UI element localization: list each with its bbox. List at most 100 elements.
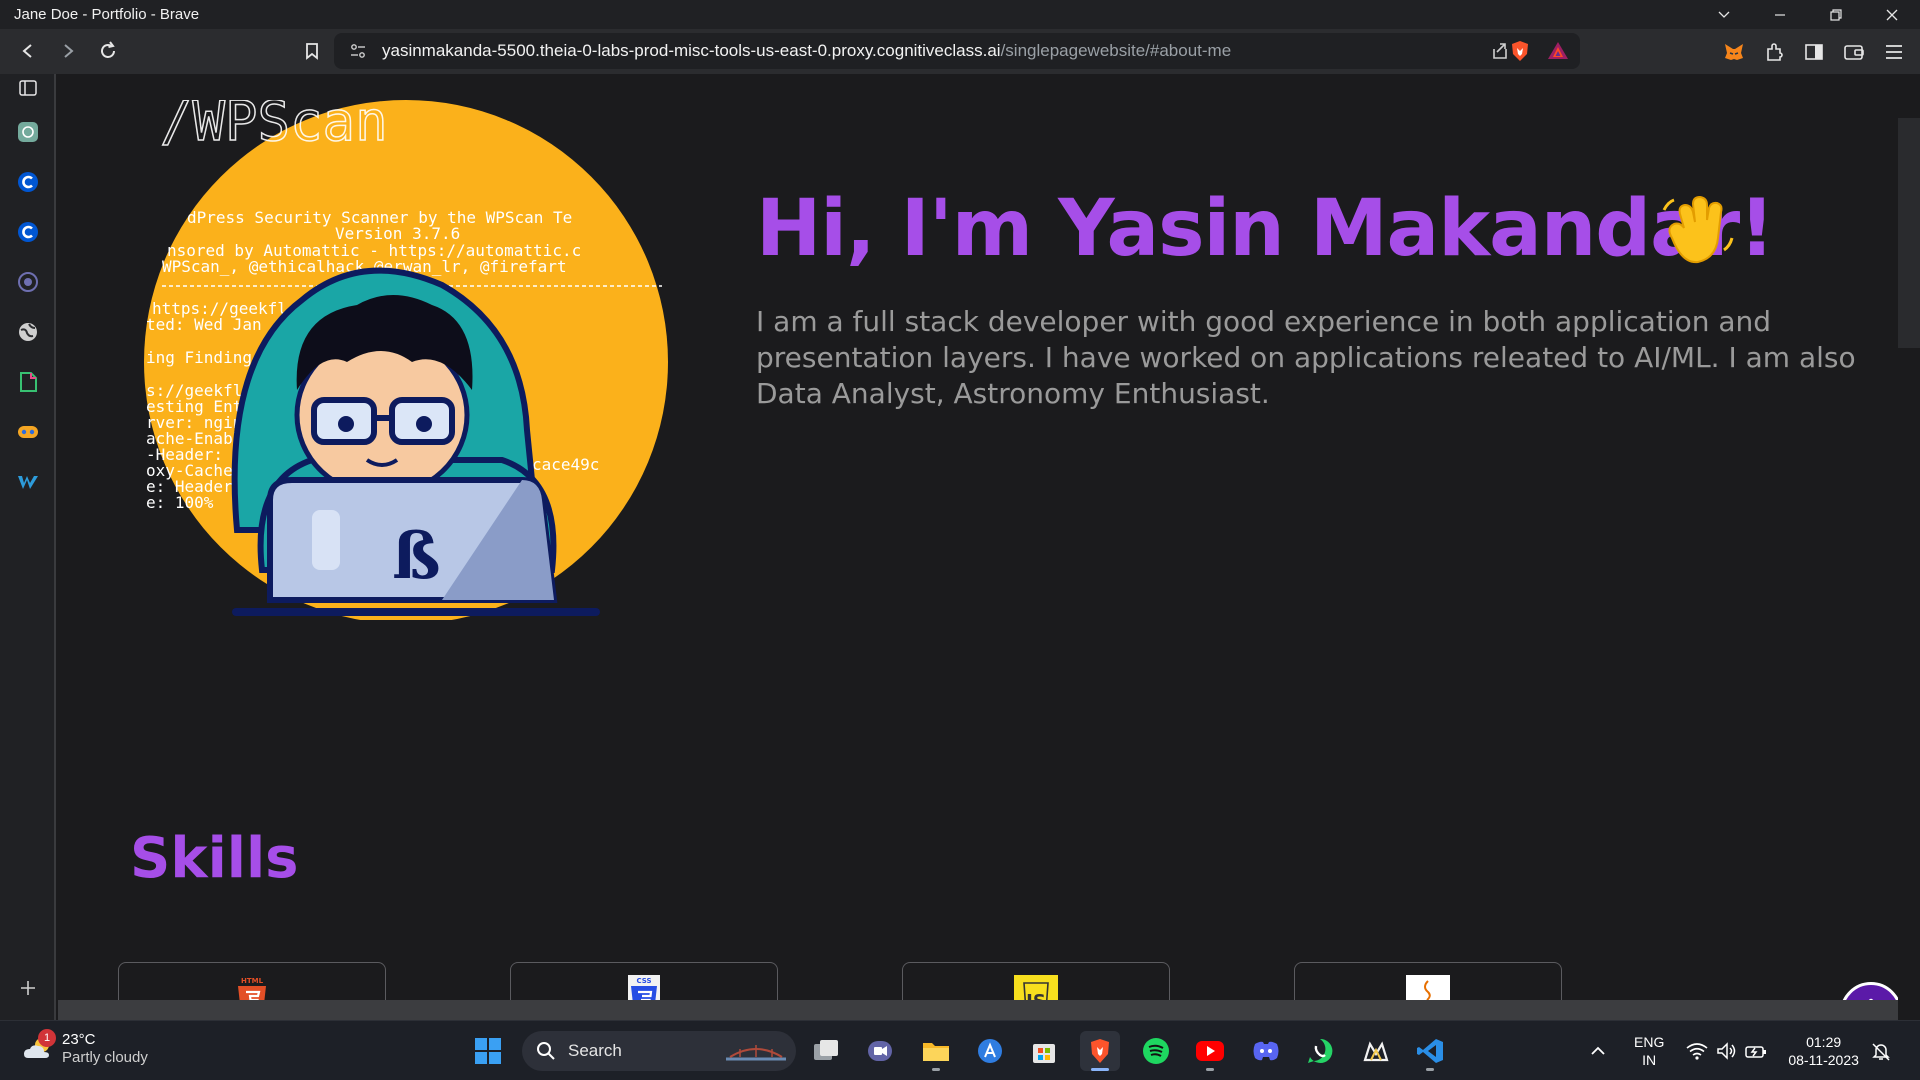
forward-arrow-icon (64, 44, 74, 58)
puzzle-icon (1767, 42, 1783, 61)
url-path: /singlepagewebsite/#about-me (1000, 41, 1232, 60)
reload-icon (101, 41, 115, 58)
document-icon (20, 372, 37, 392)
notification-bell-icon[interactable] (1871, 1041, 1891, 1061)
skill-card-java[interactable] (1294, 962, 1562, 1000)
running-indicator (1091, 1068, 1109, 1071)
weather-temp: 23°C (62, 1031, 96, 1048)
hero-title: Hi, I'm Yasin Makandar! (756, 184, 1775, 274)
crown-logo-icon (1363, 1041, 1389, 1062)
volume-icon[interactable] (1716, 1042, 1738, 1060)
taskbar-app-spotify[interactable] (1136, 1031, 1176, 1071)
vertical-scrollbar[interactable] (1898, 74, 1920, 1000)
restore-button[interactable] (1808, 0, 1864, 29)
window-titlebar: Jane Doe - Portfolio - Brave (0, 0, 1920, 29)
running-indicator (1426, 1068, 1434, 1071)
brave-browser-icon (1091, 1039, 1109, 1063)
taskbar-app-microsoft-store[interactable] (1024, 1031, 1064, 1071)
bookmark-button[interactable] (292, 33, 332, 69)
skill-label: HTML (241, 977, 264, 985)
metamask-extension-button[interactable] (1714, 34, 1754, 70)
close-button[interactable] (1864, 0, 1920, 29)
vscode-icon (1417, 1039, 1443, 1063)
clock[interactable]: 01:29 08-11-2023 (1788, 1033, 1859, 1069)
wifi-icon[interactable] (1686, 1042, 1708, 1060)
brave-rewards-icon[interactable] (1546, 39, 1570, 63)
address-bar[interactable]: yasinmakanda-5500.theia-0-labs-prod-misc… (334, 33, 1580, 69)
sidebar-item-coursera-1[interactable] (14, 168, 42, 196)
skill-card-css[interactable]: CSS (510, 962, 778, 1000)
sidebar-item-notes[interactable] (14, 368, 42, 396)
forward-button[interactable] (48, 33, 88, 69)
main-menu-button[interactable] (1874, 34, 1914, 70)
url-text[interactable]: yasinmakanda-5500.theia-0-labs-prod-misc… (334, 41, 1231, 61)
wallet-button[interactable] (1834, 34, 1874, 70)
html5-icon: HTML (238, 977, 266, 1000)
taskbar-app-youtube[interactable] (1190, 1031, 1230, 1071)
toolbar-extensions (1714, 29, 1920, 74)
chevron-up-icon[interactable] (1588, 1041, 1608, 1061)
app-store-icon (978, 1039, 1002, 1063)
video-chat-icon (868, 1041, 892, 1061)
sidebar-item-chatgpt[interactable] (14, 118, 42, 146)
horizontal-scrollbar[interactable] (58, 1000, 1898, 1020)
globe-icon (19, 323, 37, 341)
task-view-button[interactable] (806, 1031, 846, 1071)
search-highlight-bridge-icon (726, 1045, 786, 1061)
css3-icon: CSS (628, 975, 660, 1000)
sidebar-add-button[interactable] (14, 974, 42, 1002)
sidebar-toggle-button[interactable] (1794, 34, 1834, 70)
scrollbar-thumb[interactable] (1898, 118, 1920, 348)
brave-shields-icon[interactable] (1508, 39, 1532, 63)
windows-logo-icon (475, 1038, 501, 1064)
taskbar-app-whatsapp[interactable] (1300, 1031, 1340, 1071)
taskbar-app-brave[interactable] (1080, 1031, 1120, 1071)
taskbar-app-android-studio-alt[interactable] (1356, 1031, 1396, 1071)
taskbar-app-file-explorer[interactable] (916, 1031, 956, 1071)
image-text-line: ted: Wed Jan (146, 315, 262, 334)
taskbar-search[interactable]: Search (522, 1031, 796, 1071)
sidebar-item-webflow[interactable] (14, 468, 42, 496)
sidebar-item-coursera-2[interactable] (14, 218, 42, 246)
sidebar-item-ipfs[interactable] (14, 268, 42, 296)
back-arrow-icon (22, 44, 32, 58)
skill-label: JS (1024, 991, 1046, 1000)
battery-charging-icon[interactable] (1744, 1042, 1768, 1060)
tab-search-button[interactable] (1696, 0, 1752, 29)
back-to-top-button[interactable] (1840, 982, 1900, 1000)
system-tray: ENG IN 01:29 08-11-2023 (1588, 1021, 1891, 1080)
ipfs-icon (18, 272, 38, 292)
extensions-button[interactable] (1754, 34, 1794, 70)
taskbar-app-discord[interactable] (1246, 1031, 1286, 1071)
fox-icon (1725, 43, 1743, 60)
taskbar-app-store-alt[interactable] (970, 1031, 1010, 1071)
wallet-icon (1844, 44, 1864, 60)
start-button[interactable] (468, 1031, 508, 1071)
waving-hand-icon (1662, 195, 1734, 264)
windows-taskbar: 23°C Partly cloudy 1 Search ENG IN 01:29… (0, 1020, 1920, 1080)
site-settings-icon[interactable] (350, 43, 366, 59)
window-title: Jane Doe - Portfolio - Brave (14, 6, 200, 23)
minimize-button[interactable] (1752, 0, 1808, 29)
taskbar-app-teams-chat[interactable] (860, 1031, 900, 1071)
webflow-icon (18, 476, 38, 489)
sidebar-panel-icon (1805, 43, 1823, 60)
youtube-icon (1196, 1041, 1224, 1061)
weather-desc: Partly cloudy (62, 1049, 148, 1066)
skill-card-html[interactable]: HTML (118, 962, 386, 1000)
skill-card-javascript[interactable]: JS (902, 962, 1170, 1000)
hero-avatar-illustration: /WPScan dPress Security Scanner by the W… (144, 100, 668, 620)
reload-button[interactable] (88, 33, 128, 69)
taskbar-app-vscode[interactable] (1410, 1031, 1450, 1071)
sidebar-item-web[interactable] (14, 318, 42, 346)
share-icon[interactable] (1490, 41, 1510, 61)
bookmark-icon (306, 43, 318, 60)
language-indicator[interactable]: ENG IN (1634, 1033, 1664, 1069)
sidebar-item-game[interactable] (14, 418, 42, 446)
sidebar-panel-button[interactable] (14, 74, 42, 102)
image-text-line: cace49c (532, 455, 599, 474)
back-button[interactable] (8, 33, 48, 69)
plus-icon (21, 981, 35, 995)
language-code: ENG (1634, 1034, 1665, 1050)
notification-badge: 1 (38, 1029, 56, 1047)
